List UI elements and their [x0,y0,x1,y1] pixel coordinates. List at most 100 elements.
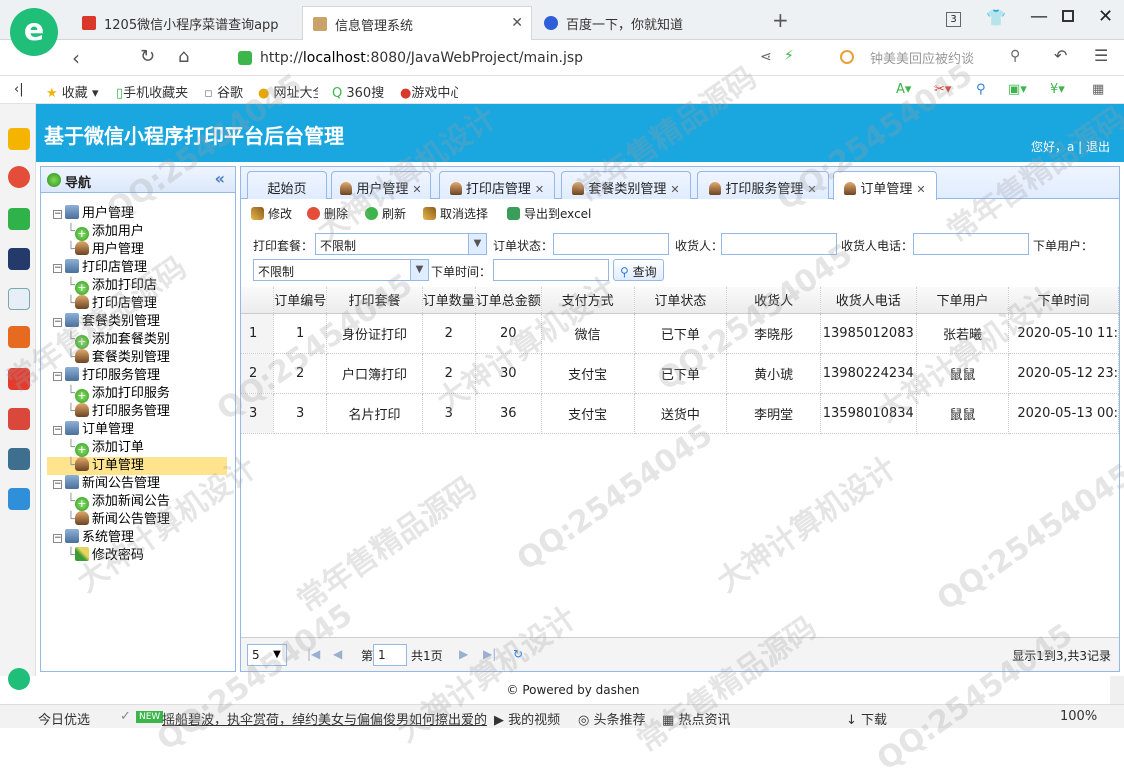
tab-user-manage[interactable]: 用户管理 ✕ [331,171,431,199]
column-header[interactable]: 订单状态 [634,287,728,314]
nav-item-2-0[interactable]: └ + 添加套餐类别 [67,331,170,349]
table-row[interactable]: 2 2 户口簿打印 2 30 支付宝 已下单 黄小琥 13980224234 鼠鼠 2020-05-… [241,353,1119,394]
first-page-icon[interactable]: |◀ [307,647,320,661]
page-size-select[interactable]: 5 ▼ [247,644,287,666]
back-icon[interactable]: ‹ [72,46,80,70]
cut-icon[interactable]: ✂▾ [934,82,951,97]
bolt-icon[interactable]: ⚡ [784,48,794,64]
column-header[interactable]: 收货人电话 [820,287,917,314]
nav-group-4[interactable]: − 订单管理 [53,421,134,439]
nav-group-6[interactable]: − 系统管理 [53,529,134,547]
mail-icon[interactable] [8,208,30,230]
collapse-toggle-icon[interactable]: − [53,372,62,381]
close-icon[interactable]: ✕ [535,183,544,196]
bookmark-mobile[interactable]: ▯手机收藏夹 [116,82,188,101]
bookmark-hao[interactable]: ● 网址大全 [258,82,318,101]
receiver-input[interactable] [721,233,837,255]
nav-item-5-1[interactable]: └ 新闻公告管理 [67,511,170,529]
character-icon[interactable] [8,408,30,430]
nav-item-0-0[interactable]: └ + 添加用户 [67,223,144,241]
tab-count[interactable]: 3 [946,12,961,27]
status-download[interactable]: ↓ 下载 [846,709,887,728]
status-video[interactable]: ▶ 我的视频 [494,709,560,728]
url-input[interactable]: http://localhost:8080/JavaWebProject/mai… [232,46,832,70]
column-header[interactable]: 订单总金额 [475,287,542,314]
browser-tab-1[interactable]: 1205微信小程序菜谱查询app [72,6,300,40]
column-header[interactable]: 订单编号 [273,287,328,314]
game-app-icon[interactable] [8,326,30,348]
status-headline[interactable]: ◎ 头条推荐 [578,709,646,728]
collapse-toggle-icon[interactable]: − [53,426,62,435]
close-tab-icon[interactable]: ✕ [511,15,523,31]
chevron-down-icon[interactable]: ▼ [268,645,286,665]
reload-icon[interactable]: ↻ [140,46,155,67]
weibo-icon[interactable] [8,166,30,188]
yen-icon[interactable]: ¥▾ [1050,82,1065,97]
browser-small-logo-icon[interactable] [8,668,30,690]
browser-tab-2[interactable]: 信息管理系统 ✕ [302,6,532,40]
p-app-icon[interactable] [8,488,30,510]
search-icon[interactable]: ⚲ [1010,48,1020,64]
time-input[interactable] [493,259,609,281]
close-icon[interactable]: ✕ [412,183,421,196]
package-select[interactable]: 不限制 ▼ [315,233,487,255]
bookmark-favorites[interactable]: ★ 收藏 ▾ [46,82,98,101]
refresh-button[interactable]: 刷新 [365,205,406,222]
column-header[interactable]: 订单数量 [422,287,476,314]
column-header[interactable]: 下单用户 [916,287,1010,314]
magnifier-icon[interactable]: ⚲ [976,82,986,97]
nav-item-0-1[interactable]: └ 用户管理 [67,241,144,259]
bookmark-games[interactable]: ●游戏中心 [400,82,458,101]
landscape-icon[interactable] [8,448,30,470]
nav-item-6-0[interactable]: └ 修改密码 [67,547,144,565]
maximize-icon[interactable] [1062,10,1074,22]
nav-item-3-0[interactable]: └ + 添加打印服务 [67,385,170,403]
tab-shop-manage[interactable]: 打印店管理 ✕ [439,171,555,199]
status-news-link[interactable]: 摇船碧波，执伞赏荷，绰约美女与偏偏俊男如何擦出爱的 [162,709,492,728]
doc-icon[interactable] [8,288,30,310]
close-window-icon[interactable]: ✕ [1098,6,1113,27]
minimize-icon[interactable]: — [1030,6,1048,27]
nav-item-4-0[interactable]: └ + 添加订单 [67,439,144,457]
nav-item-3-1[interactable]: └ 打印服务管理 [67,403,170,421]
close-icon[interactable]: ✕ [670,183,679,196]
prev-page-icon[interactable]: ◀ [333,647,342,661]
chevron-down-icon[interactable]: ▼ [468,234,486,254]
user-select[interactable]: 不限制 ▼ [253,259,429,281]
tab-service-manage[interactable]: 打印服务管理 ✕ [697,171,829,199]
last-page-icon[interactable]: ▶| [483,647,496,661]
new-tab-button[interactable]: + [772,8,789,32]
table-row[interactable]: 3 3 名片打印 3 36 支付宝 送货中 李明堂 13598010834 鼠鼠 2020-05-1… [241,393,1119,434]
user-logout-link[interactable]: 您好，a | 退出 [1031,138,1110,155]
collapse-toggle-icon[interactable]: − [53,210,62,219]
nav-item-1-0[interactable]: └ + 添加打印店 [67,277,157,295]
bookmark-google[interactable]: ▫ 谷歌 [204,82,243,101]
tab-package-manage[interactable]: 套餐类别管理 ✕ [561,171,691,199]
status-daily[interactable]: 今日优选 [38,709,90,728]
bookmarks-toggle-icon[interactable]: ‹| [14,82,24,97]
search-hint[interactable]: 钟美美回应被约谈 [870,48,974,67]
apps-icon[interactable]: ▦ [1092,82,1104,97]
tab-order-manage[interactable]: 订单管理 ✕ [833,171,937,200]
translate-icon[interactable]: A▾ [896,82,911,97]
bookmark-360[interactable]: Q 360搜 [332,82,388,101]
collapse-toggle-icon[interactable]: − [53,534,62,543]
close-icon[interactable]: ✕ [916,183,925,196]
column-header[interactable]: 收货人 [726,287,821,314]
favorites-icon[interactable] [8,128,30,150]
nav-item-1-1[interactable]: └ 打印店管理 [67,295,157,313]
status-hotnews[interactable]: ▦ 热点资讯 [662,709,730,728]
news-icon[interactable] [8,248,30,270]
phone-input[interactable] [913,233,1029,255]
nav-group-0[interactable]: − 用户管理 [53,205,134,223]
collapse-toggle-icon[interactable]: − [53,318,62,327]
reload-page-icon[interactable]: ↻ [513,647,523,661]
gamepad-icon[interactable]: ▣▾ [1008,82,1027,97]
search-engine-icon[interactable] [840,50,854,64]
collapse-toggle-icon[interactable]: − [53,480,62,489]
nav-group-2[interactable]: − 套餐类别管理 [53,313,160,331]
nav-item-2-1[interactable]: └ 套餐类别管理 [67,349,170,367]
chevron-down-icon[interactable]: ▼ [410,260,428,280]
home-icon[interactable]: ⌂ [178,46,189,67]
close-icon[interactable]: ✕ [807,183,816,196]
